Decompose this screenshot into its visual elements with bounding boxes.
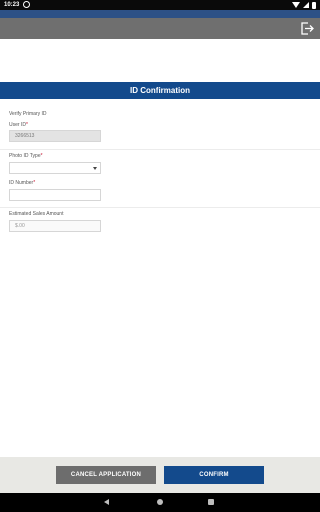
id-number-label: ID Number* — [9, 180, 35, 186]
app-toolbar — [0, 18, 320, 39]
cell-signal-icon — [303, 2, 309, 8]
logout-icon[interactable] — [300, 22, 314, 35]
user-id-label-text: User ID — [9, 122, 26, 128]
status-icons — [292, 1, 316, 9]
system-nav-bar — [0, 493, 320, 512]
divider — [0, 207, 320, 208]
action-bar: CANCEL APPLICATION CONFIRM — [0, 457, 320, 493]
required-mark: * — [33, 180, 36, 186]
brand-strip — [0, 10, 320, 18]
photo-id-type-label: Photo ID Type* — [9, 153, 43, 159]
section-title-verify-primary-id: Verify Primary ID — [9, 111, 47, 117]
required-mark: * — [40, 153, 43, 159]
back-icon[interactable] — [104, 499, 109, 505]
confirm-button[interactable]: CONFIRM — [164, 466, 264, 484]
estimated-sales-amount-input[interactable]: $.00 — [9, 220, 101, 232]
photo-id-type-label-text: Photo ID Type — [9, 153, 41, 159]
home-icon[interactable] — [157, 499, 163, 505]
wifi-icon — [292, 2, 300, 8]
status-time: 10:23 — [4, 2, 20, 8]
cancel-application-button[interactable]: CANCEL APPLICATION — [56, 466, 156, 484]
id-number-label-text: ID Number — [9, 180, 34, 186]
page-title: ID Confirmation — [0, 82, 320, 99]
photo-id-type-select[interactable] — [9, 162, 101, 174]
recents-icon[interactable] — [208, 499, 214, 505]
user-id-label: User ID* — [9, 122, 28, 128]
divider — [0, 149, 320, 150]
id-number-input[interactable] — [9, 189, 101, 201]
user-id-field: 3266513 — [9, 130, 101, 142]
estimated-sales-amount-label: Estimated Sales Amount — [9, 211, 64, 217]
status-bar: 10:23 — [0, 0, 320, 10]
battery-icon — [312, 1, 316, 9]
app-notification-icon — [23, 1, 30, 8]
chevron-down-icon — [93, 167, 97, 170]
required-mark: * — [25, 122, 28, 128]
